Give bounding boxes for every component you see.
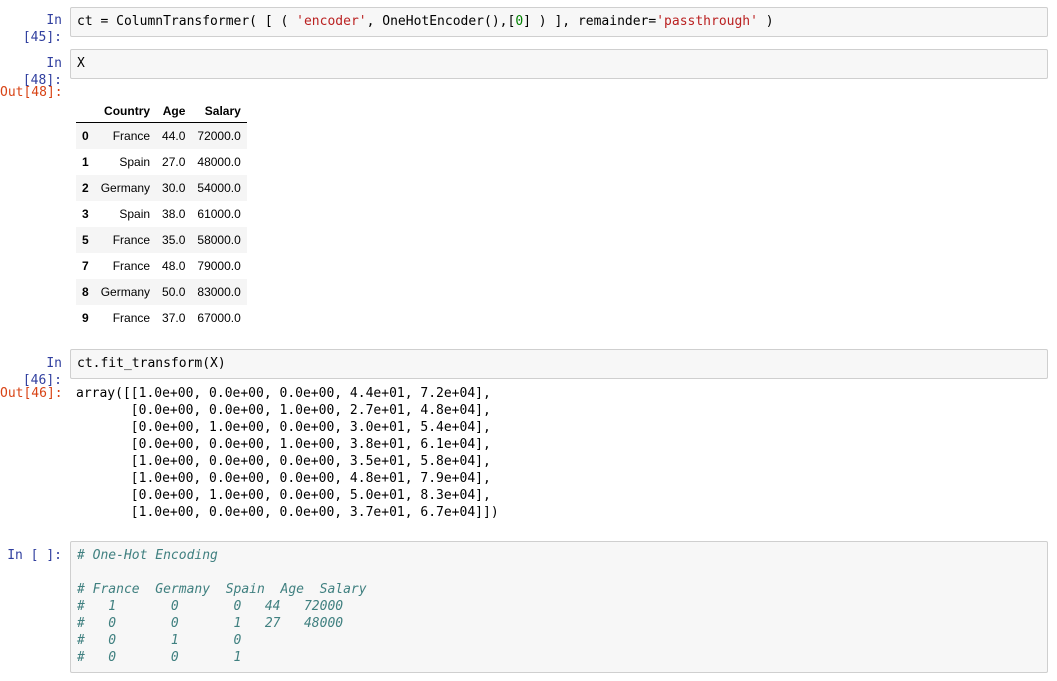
row-index: 5: [82, 233, 89, 247]
input-prompt-45: In [45]:: [22, 13, 62, 45]
output-line: [1.0e+00, 0.0e+00, 0.0e+00, 3.7e+01, 6.7…: [76, 505, 499, 520]
number-literal: 0: [515, 14, 524, 29]
string-literal: 'passthrough': [656, 14, 758, 29]
code-text: X: [77, 56, 85, 71]
cell-age: 50.0: [162, 285, 186, 299]
table-row: 2 Germany 30.0 54000.0: [76, 175, 247, 201]
output-line: array([[1.0e+00, 0.0e+00, 0.0e+00, 4.4e+…: [76, 386, 491, 401]
output-line: [0.0e+00, 1.0e+00, 0.0e+00, 3.0e+01, 5.4…: [76, 420, 491, 435]
string-literal: 'encoder': [296, 14, 367, 29]
row-index: 9: [82, 311, 89, 325]
output-line: [0.0e+00, 0.0e+00, 1.0e+00, 2.7e+01, 4.8…: [76, 403, 491, 418]
cell-salary: 54000.0: [197, 181, 241, 195]
row-index: 8: [82, 285, 89, 299]
cell-country: France: [112, 233, 151, 247]
cell-country: France: [112, 259, 151, 273]
comment-line: [77, 564, 1041, 581]
table-row: 1 Spain 27.0 48000.0: [76, 149, 247, 175]
cell-age: 27.0: [162, 155, 186, 169]
cell-country: France: [112, 311, 151, 325]
output-line: [1.0e+00, 0.0e+00, 0.0e+00, 4.8e+01, 7.9…: [76, 471, 491, 486]
cell-salary: 83000.0: [197, 285, 241, 299]
cell-country: Spain: [119, 207, 151, 221]
input-prompt-46: In [46]:: [22, 356, 62, 388]
array-output: array([[1.0e+00, 0.0e+00, 0.0e+00, 4.4e+…: [76, 385, 499, 521]
output-line: [0.0e+00, 0.0e+00, 1.0e+00, 3.8e+01, 6.1…: [76, 437, 491, 452]
comment-line: # France Germany Spain Age Salary: [77, 582, 367, 597]
cell-age: 44.0: [162, 129, 186, 143]
cell-salary: 48000.0: [197, 155, 241, 169]
table-row: 7 France 48.0 79000.0: [76, 253, 247, 279]
comment-line: # 0 1 0: [77, 633, 242, 648]
cell-salary: 79000.0: [197, 259, 241, 273]
cell-age: 48.0: [162, 259, 186, 273]
cell-salary: 72000.0: [197, 129, 241, 143]
cell-country: France: [112, 129, 151, 143]
output-prompt-46: Out[46]:: [0, 386, 63, 401]
cell-country: Germany: [100, 181, 151, 195]
row-index: 2: [82, 181, 89, 195]
row-index: 1: [82, 155, 89, 169]
output-line: [0.0e+00, 1.0e+00, 0.0e+00, 5.0e+01, 8.3…: [76, 488, 491, 503]
cell-age: 37.0: [162, 311, 186, 325]
code-text: ct.fit_transform(X): [77, 356, 226, 371]
comment-line: # 0 0 1: [77, 650, 242, 665]
cell-salary: 61000.0: [197, 207, 241, 221]
column-header-salary: Salary: [191, 99, 247, 123]
cell-country: Germany: [100, 285, 151, 299]
table-header-row: Country Age Salary: [76, 99, 247, 123]
column-header-country: Country: [94, 99, 157, 123]
code-cell-empty[interactable]: # One-Hot Encoding # France Germany Spain…: [70, 541, 1048, 673]
cell-salary: 58000.0: [197, 233, 241, 247]
output-line: [1.0e+00, 0.0e+00, 0.0e+00, 3.5e+01, 5.8…: [76, 454, 491, 469]
cell-age: 38.0: [162, 207, 186, 221]
cell-age: 35.0: [162, 233, 186, 247]
code-text: , OneHotEncoder(),[: [366, 14, 516, 29]
table-row: 3 Spain 38.0 61000.0: [76, 201, 247, 227]
table-row: 8 Germany 50.0 83000.0: [76, 279, 247, 305]
table-row: 9 France 37.0 67000.0: [76, 305, 247, 331]
table-row: 0 France 44.0 72000.0: [76, 122, 247, 149]
output-prompt-48: Out[48]:: [0, 85, 63, 100]
code-text: ] ) ], remainder=: [523, 14, 657, 29]
table-row: 5 France 35.0 58000.0: [76, 227, 247, 253]
cell-country: Spain: [119, 155, 151, 169]
row-index: 7: [82, 259, 89, 273]
column-header-age: Age: [156, 99, 192, 123]
cell-salary: 67000.0: [197, 311, 241, 325]
code-text: ct = ColumnTransformer( [ (: [77, 14, 297, 29]
comment-line: # One-Hot Encoding: [77, 548, 218, 563]
row-index: 3: [82, 207, 89, 221]
index-header: [76, 99, 95, 123]
dataframe-table: Country Age Salary 0 France 44.0 72000.0…: [76, 99, 247, 331]
input-prompt-empty: In [ ]:: [7, 548, 62, 563]
code-cell-45[interactable]: ct = ColumnTransformer( [ ( 'encoder', O…: [70, 7, 1048, 37]
cell-age: 30.0: [162, 181, 186, 195]
code-text: ): [757, 14, 774, 29]
code-cell-48[interactable]: X: [70, 49, 1048, 79]
code-cell-46[interactable]: ct.fit_transform(X): [70, 349, 1048, 379]
comment-line: # 0 0 1 27 48000: [77, 616, 344, 631]
row-index: 0: [82, 129, 89, 143]
comment-line: # 1 0 0 44 72000: [77, 599, 344, 614]
